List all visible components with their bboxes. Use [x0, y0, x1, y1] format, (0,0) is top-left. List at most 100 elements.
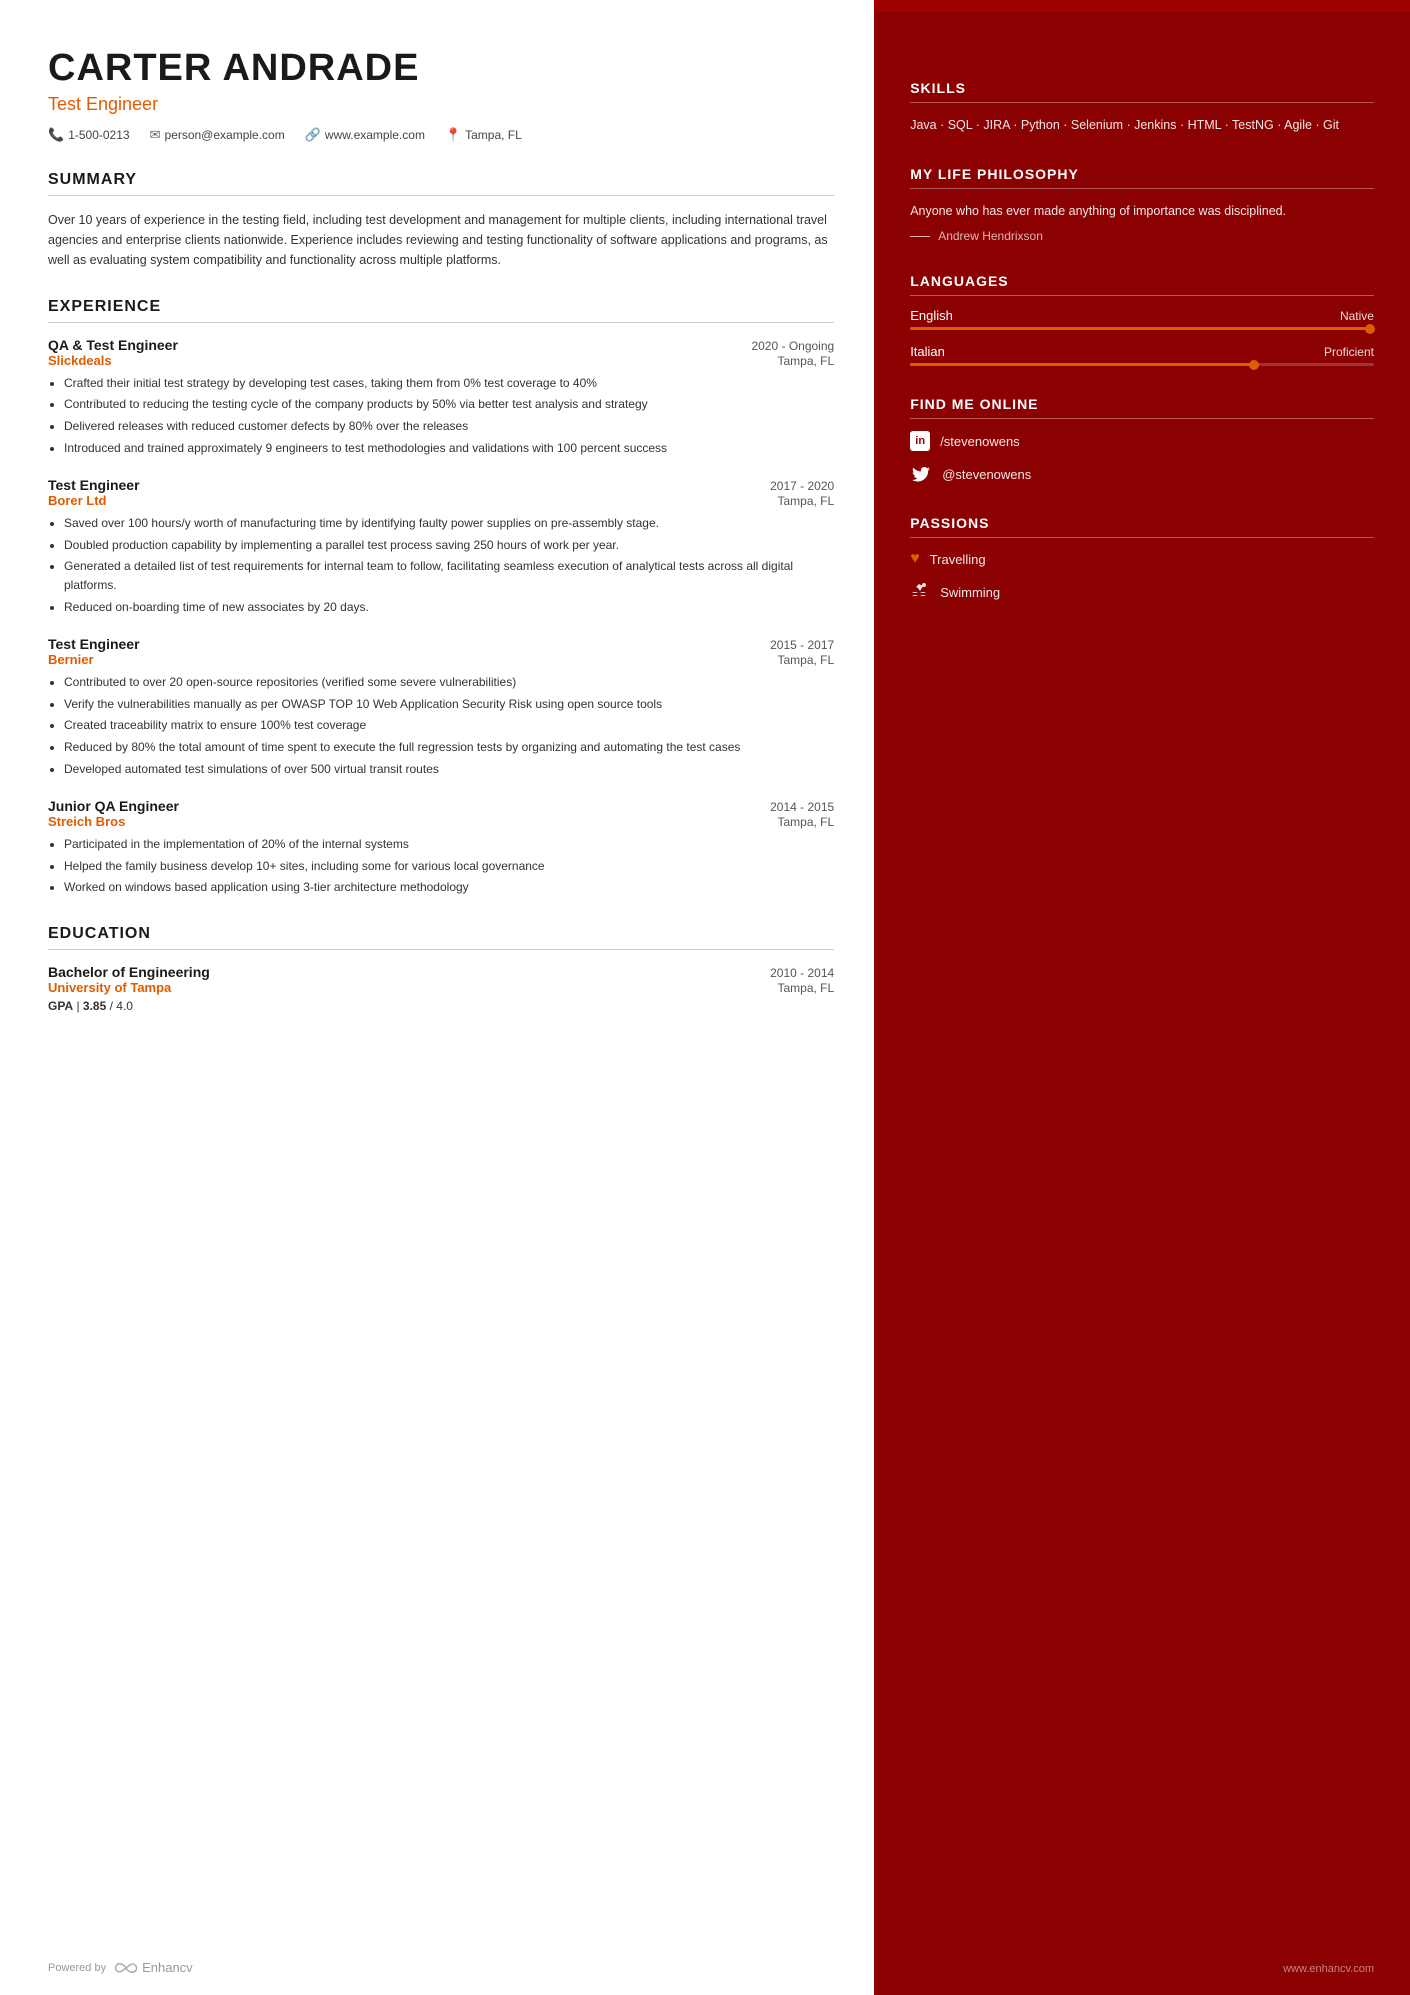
philosophy-quote: Anyone who has ever made anything of imp…	[910, 201, 1374, 221]
summary-section: SUMMARY Over 10 years of experience in t…	[48, 171, 834, 270]
languages-divider	[910, 295, 1374, 296]
language-bar-dot-italian	[1249, 360, 1259, 370]
job-header-2: Test Engineer 2017 - 2020	[48, 477, 834, 493]
bullet-item: Generated a detailed list of test requir…	[64, 557, 834, 594]
passions-divider	[910, 537, 1374, 538]
language-name-english: English	[910, 308, 953, 323]
summary-text: Over 10 years of experience in the testi…	[48, 210, 834, 270]
twitter-item[interactable]: @stevenowens	[910, 463, 1374, 485]
edu-school-1: University of Tampa	[48, 980, 171, 995]
experience-title: EXPERIENCE	[48, 298, 834, 316]
job-item-3: Test Engineer 2015 - 2017 Bernier Tampa,…	[48, 636, 834, 778]
job-company-row-1: Slickdeals Tampa, FL	[48, 353, 834, 368]
language-bar-bg-italian	[910, 363, 1374, 366]
experience-divider	[48, 322, 834, 323]
edu-date-1: 2010 - 2014	[770, 966, 834, 980]
header: CARTER ANDRADE Test Engineer 📞 1-500-021…	[48, 48, 834, 143]
edu-location-1: Tampa, FL	[777, 981, 834, 995]
edu-school-row-1: University of Tampa Tampa, FL	[48, 980, 834, 995]
email-contact: ✉ person@example.com	[150, 127, 285, 143]
candidate-title: Test Engineer	[48, 94, 834, 115]
job-bullets-1: Crafted their initial test strategy by d…	[48, 374, 834, 457]
contact-info: 📞 1-500-0213 ✉ person@example.com 🔗 www.…	[48, 127, 834, 143]
candidate-name: CARTER ANDRADE	[48, 48, 834, 90]
bullet-item: Saved over 100 hours/y worth of manufact…	[64, 514, 834, 533]
bullet-item: Doubled production capability by impleme…	[64, 536, 834, 555]
location-contact: 📍 Tampa, FL	[445, 127, 522, 143]
bullet-item: Reduced by 80% the total amount of time …	[64, 738, 834, 757]
bullet-item: Developed automated test simulations of …	[64, 760, 834, 779]
job-company-1: Slickdeals	[48, 353, 112, 368]
phone-contact: 📞 1-500-0213	[48, 127, 130, 143]
infinity-icon	[114, 1961, 138, 1975]
languages-title: LANGUAGES	[910, 273, 1374, 289]
job-bullets-2: Saved over 100 hours/y worth of manufact…	[48, 514, 834, 616]
job-bullets-3: Contributed to over 20 open-source repos…	[48, 673, 834, 778]
passions-title: PASSIONS	[910, 515, 1374, 531]
education-divider	[48, 949, 834, 950]
language-bar-dot-english	[1365, 324, 1375, 334]
language-level-english: Native	[1340, 309, 1374, 323]
skills-section: SKILLS Java · SQL · JIRA · Python · Sele…	[910, 80, 1374, 136]
footer: Powered by Enhancv	[48, 1960, 922, 1975]
bullet-item: Reduced on-boarding time of new associat…	[64, 598, 834, 617]
job-location-3: Tampa, FL	[777, 653, 834, 667]
summary-title: SUMMARY	[48, 171, 834, 189]
job-company-4: Streich Bros	[48, 814, 125, 829]
job-location-2: Tampa, FL	[777, 494, 834, 508]
passion-swimming: Swimming	[910, 582, 1374, 603]
bullet-item: Contributed to reducing the testing cycl…	[64, 395, 834, 414]
skills-title: SKILLS	[910, 80, 1374, 96]
passion-name-travelling: Travelling	[930, 552, 986, 567]
job-company-2: Borer Ltd	[48, 493, 107, 508]
job-header-4: Junior QA Engineer 2014 - 2015	[48, 798, 834, 814]
summary-divider	[48, 195, 834, 196]
bullet-item: Crafted their initial test strategy by d…	[64, 374, 834, 393]
language-row-italian: Italian Proficient	[910, 344, 1374, 359]
job-bullets-4: Participated in the implementation of 20…	[48, 835, 834, 897]
bullet-item: Verify the vulnerabilities manually as p…	[64, 695, 834, 714]
right-column: SKILLS Java · SQL · JIRA · Python · Sele…	[874, 0, 1410, 1995]
job-role-3: Test Engineer	[48, 636, 140, 652]
edu-header-1: Bachelor of Engineering 2010 - 2014	[48, 964, 834, 980]
bullet-item: Introduced and trained approximately 9 e…	[64, 439, 834, 458]
linkedin-icon: in	[910, 431, 930, 451]
website-icon: 🔗	[305, 127, 321, 143]
twitter-icon	[910, 463, 932, 485]
philosophy-author: Andrew Hendrixson	[910, 229, 1374, 243]
edu-gpa: GPA | 3.85 / 4.0	[48, 999, 834, 1013]
philosophy-divider	[910, 188, 1374, 189]
job-role-2: Test Engineer	[48, 477, 140, 493]
job-item-2: Test Engineer 2017 - 2020 Borer Ltd Tamp…	[48, 477, 834, 616]
job-date-2: 2017 - 2020	[770, 479, 834, 493]
job-location-1: Tampa, FL	[777, 354, 834, 368]
job-company-3: Bernier	[48, 652, 94, 667]
resume-wrapper: CARTER ANDRADE Test Engineer 📞 1-500-021…	[0, 0, 1410, 1995]
skills-text: Java · SQL · JIRA · Python · Selenium · …	[910, 115, 1374, 136]
heart-icon: ♥	[910, 550, 920, 568]
language-bar-fill-italian	[910, 363, 1258, 366]
linkedin-item[interactable]: in /stevenowens	[910, 431, 1374, 451]
bullet-item: Participated in the implementation of 20…	[64, 835, 834, 854]
philosophy-author-name: Andrew Hendrixson	[938, 229, 1043, 243]
email-address: person@example.com	[164, 128, 284, 142]
language-bar-bg-english	[910, 327, 1374, 330]
job-item-1: QA & Test Engineer 2020 - Ongoing Slickd…	[48, 337, 834, 457]
job-date-4: 2014 - 2015	[770, 800, 834, 814]
education-item-1: Bachelor of Engineering 2010 - 2014 Univ…	[48, 964, 834, 1013]
phone-icon: 📞	[48, 127, 64, 143]
powered-by-label: Powered by	[48, 1962, 106, 1974]
job-header-1: QA & Test Engineer 2020 - Ongoing	[48, 337, 834, 353]
passion-name-swimming: Swimming	[940, 585, 1000, 600]
left-column: CARTER ANDRADE Test Engineer 📞 1-500-021…	[0, 0, 874, 1995]
enhancv-logo: Enhancv	[114, 1960, 193, 1975]
website-url: www.example.com	[325, 128, 425, 142]
location-icon: 📍	[445, 127, 461, 143]
language-item-italian: Italian Proficient	[910, 344, 1374, 366]
bullet-item: Delivered releases with reduced customer…	[64, 417, 834, 436]
job-location-4: Tampa, FL	[777, 815, 834, 829]
job-item-4: Junior QA Engineer 2014 - 2015 Streich B…	[48, 798, 834, 897]
philosophy-section: MY LIFE PHILOSOPHY Anyone who has ever m…	[910, 166, 1374, 243]
job-role-1: QA & Test Engineer	[48, 337, 178, 353]
education-title: EDUCATION	[48, 925, 834, 943]
